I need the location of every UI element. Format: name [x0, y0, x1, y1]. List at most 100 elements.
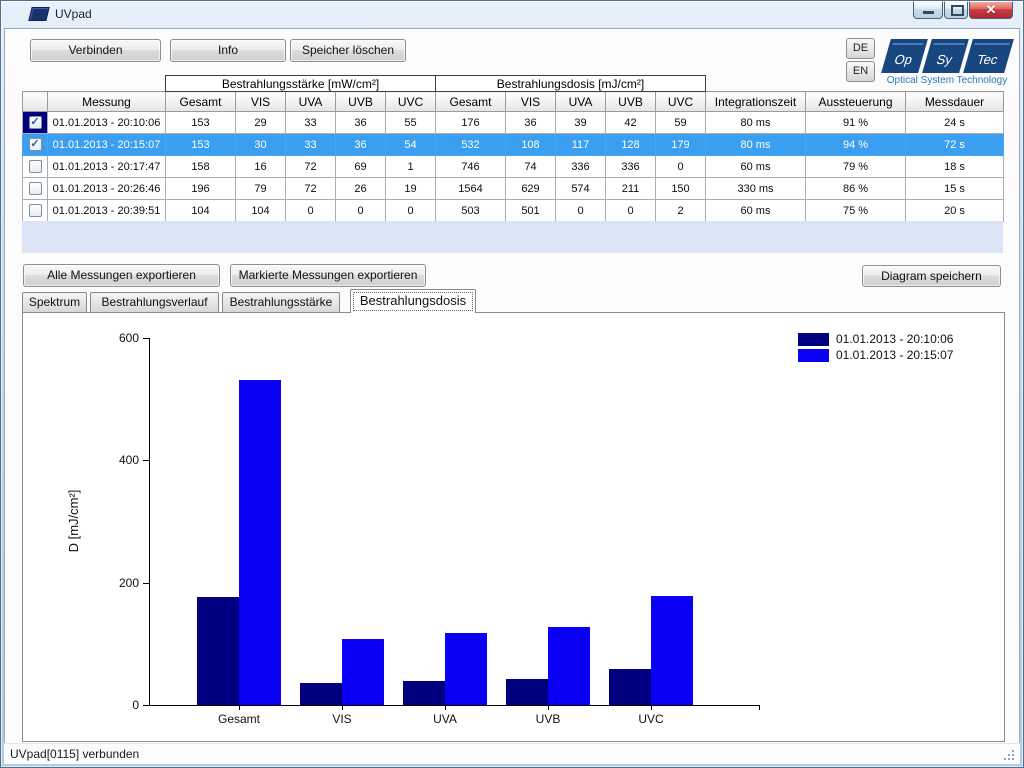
- table-cell[interactable]: 336: [606, 156, 656, 178]
- table-cell[interactable]: 79: [236, 178, 286, 200]
- row-checkbox[interactable]: [29, 160, 42, 173]
- table-cell[interactable]: 176: [436, 112, 506, 134]
- table-cell[interactable]: 33: [286, 112, 336, 134]
- tab-bestrahlungsdosis[interactable]: Bestrahlungsdosis: [350, 289, 476, 313]
- row-select-cell[interactable]: [23, 178, 48, 200]
- table-cell[interactable]: 629: [506, 178, 556, 200]
- column-header[interactable]: UVC: [386, 92, 436, 112]
- table-cell[interactable]: 42: [606, 112, 656, 134]
- table-cell[interactable]: 01.01.2013 - 20:17:47: [48, 156, 166, 178]
- table-cell[interactable]: 33: [286, 134, 336, 156]
- table-cell[interactable]: 72: [286, 156, 336, 178]
- table-cell[interactable]: 80 ms: [706, 134, 806, 156]
- table-cell[interactable]: 16: [236, 156, 286, 178]
- export-all-button[interactable]: Alle Messungen exportieren: [23, 264, 220, 287]
- table-row[interactable]: ✓01.01.2013 - 20:15:07153303336545321081…: [23, 134, 1004, 156]
- table-cell[interactable]: 501: [506, 200, 556, 222]
- table-cell[interactable]: 0: [606, 200, 656, 222]
- row-checkbox[interactable]: ✓: [29, 116, 42, 129]
- table-cell[interactable]: 179: [656, 134, 706, 156]
- table-cell[interactable]: 574: [556, 178, 606, 200]
- table-cell[interactable]: 104: [166, 200, 236, 222]
- language-de-button[interactable]: DE: [846, 38, 875, 59]
- row-select-cell[interactable]: ✓: [23, 134, 48, 156]
- table-cell[interactable]: 36: [336, 134, 386, 156]
- table-cell[interactable]: 153: [166, 112, 236, 134]
- table-cell[interactable]: 0: [556, 200, 606, 222]
- column-header[interactable]: Messung: [48, 92, 166, 112]
- table-cell[interactable]: 24 s: [906, 112, 1004, 134]
- table-cell[interactable]: 153: [166, 134, 236, 156]
- table-cell[interactable]: 2: [656, 200, 706, 222]
- maximize-button[interactable]: [944, 1, 968, 19]
- table-cell[interactable]: 117: [556, 134, 606, 156]
- table-cell[interactable]: 79 %: [806, 156, 906, 178]
- column-header[interactable]: UVB: [336, 92, 386, 112]
- table-cell[interactable]: 211: [606, 178, 656, 200]
- column-header[interactable]: VIS: [506, 92, 556, 112]
- table-cell[interactable]: 80 ms: [706, 112, 806, 134]
- column-header[interactable]: UVB: [606, 92, 656, 112]
- table-cell[interactable]: 0: [386, 200, 436, 222]
- table-cell[interactable]: 20 s: [906, 200, 1004, 222]
- row-select-cell[interactable]: [23, 156, 48, 178]
- column-header[interactable]: Aussteuerung: [806, 92, 906, 112]
- column-header[interactable]: UVA: [286, 92, 336, 112]
- table-cell[interactable]: 503: [436, 200, 506, 222]
- table-cell[interactable]: 1564: [436, 178, 506, 200]
- save-diagram-button[interactable]: Diagram speichern: [862, 265, 1001, 287]
- minimize-button[interactable]: [913, 1, 943, 19]
- table-cell[interactable]: 30: [236, 134, 286, 156]
- table-cell[interactable]: 196: [166, 178, 236, 200]
- table-cell[interactable]: 75 %: [806, 200, 906, 222]
- row-select-cell[interactable]: ✓: [23, 112, 48, 134]
- table-cell[interactable]: 36: [336, 112, 386, 134]
- table-cell[interactable]: 29: [236, 112, 286, 134]
- row-checkbox[interactable]: [29, 182, 42, 195]
- table-cell[interactable]: 86 %: [806, 178, 906, 200]
- table-cell[interactable]: 55: [386, 112, 436, 134]
- column-header[interactable]: UVC: [656, 92, 706, 112]
- table-row[interactable]: 01.01.2013 - 20:39:511041040005035010026…: [23, 200, 1004, 222]
- row-select-cell[interactable]: [23, 200, 48, 222]
- table-cell[interactable]: 60 ms: [706, 200, 806, 222]
- table-cell[interactable]: 158: [166, 156, 236, 178]
- table-cell[interactable]: 91 %: [806, 112, 906, 134]
- table-cell[interactable]: 18 s: [906, 156, 1004, 178]
- clear-memory-button[interactable]: Speicher löschen: [290, 39, 406, 62]
- table-row[interactable]: 01.01.2013 - 20:26:461967972261915646295…: [23, 178, 1004, 200]
- table-cell[interactable]: 0: [656, 156, 706, 178]
- column-header[interactable]: UVA: [556, 92, 606, 112]
- tab-bestrahlungsst-rke[interactable]: Bestrahlungsstärke: [222, 292, 340, 313]
- table-cell[interactable]: 01.01.2013 - 20:39:51: [48, 200, 166, 222]
- table-cell[interactable]: 532: [436, 134, 506, 156]
- table-row[interactable]: 01.01.2013 - 20:17:471581672691746743363…: [23, 156, 1004, 178]
- table-cell[interactable]: 19: [386, 178, 436, 200]
- table-cell[interactable]: 39: [556, 112, 606, 134]
- table-cell[interactable]: 36: [506, 112, 556, 134]
- table-cell[interactable]: 128: [606, 134, 656, 156]
- export-marked-button[interactable]: Markierte Messungen exportieren: [230, 264, 426, 287]
- table-cell[interactable]: 15 s: [906, 178, 1004, 200]
- table-cell[interactable]: 59: [656, 112, 706, 134]
- table-cell[interactable]: 330 ms: [706, 178, 806, 200]
- info-button[interactable]: Info: [170, 39, 286, 62]
- table-cell[interactable]: 1: [386, 156, 436, 178]
- table-cell[interactable]: 74: [506, 156, 556, 178]
- connect-button[interactable]: Verbinden: [30, 39, 161, 62]
- row-checkbox[interactable]: [29, 204, 42, 217]
- column-header[interactable]: VIS: [236, 92, 286, 112]
- column-header[interactable]: Integrationszeit: [706, 92, 806, 112]
- table-cell[interactable]: 60 ms: [706, 156, 806, 178]
- column-header[interactable]: Gesamt: [166, 92, 236, 112]
- table-cell[interactable]: 26: [336, 178, 386, 200]
- resize-grip-icon[interactable]: [1002, 748, 1014, 760]
- table-cell[interactable]: 150: [656, 178, 706, 200]
- table-cell[interactable]: 01.01.2013 - 20:10:06: [48, 112, 166, 134]
- table-cell[interactable]: 69: [336, 156, 386, 178]
- table-cell[interactable]: 72 s: [906, 134, 1004, 156]
- close-button[interactable]: ✕: [969, 1, 1013, 19]
- table-cell[interactable]: 94 %: [806, 134, 906, 156]
- table-cell[interactable]: 336: [556, 156, 606, 178]
- table-cell[interactable]: 746: [436, 156, 506, 178]
